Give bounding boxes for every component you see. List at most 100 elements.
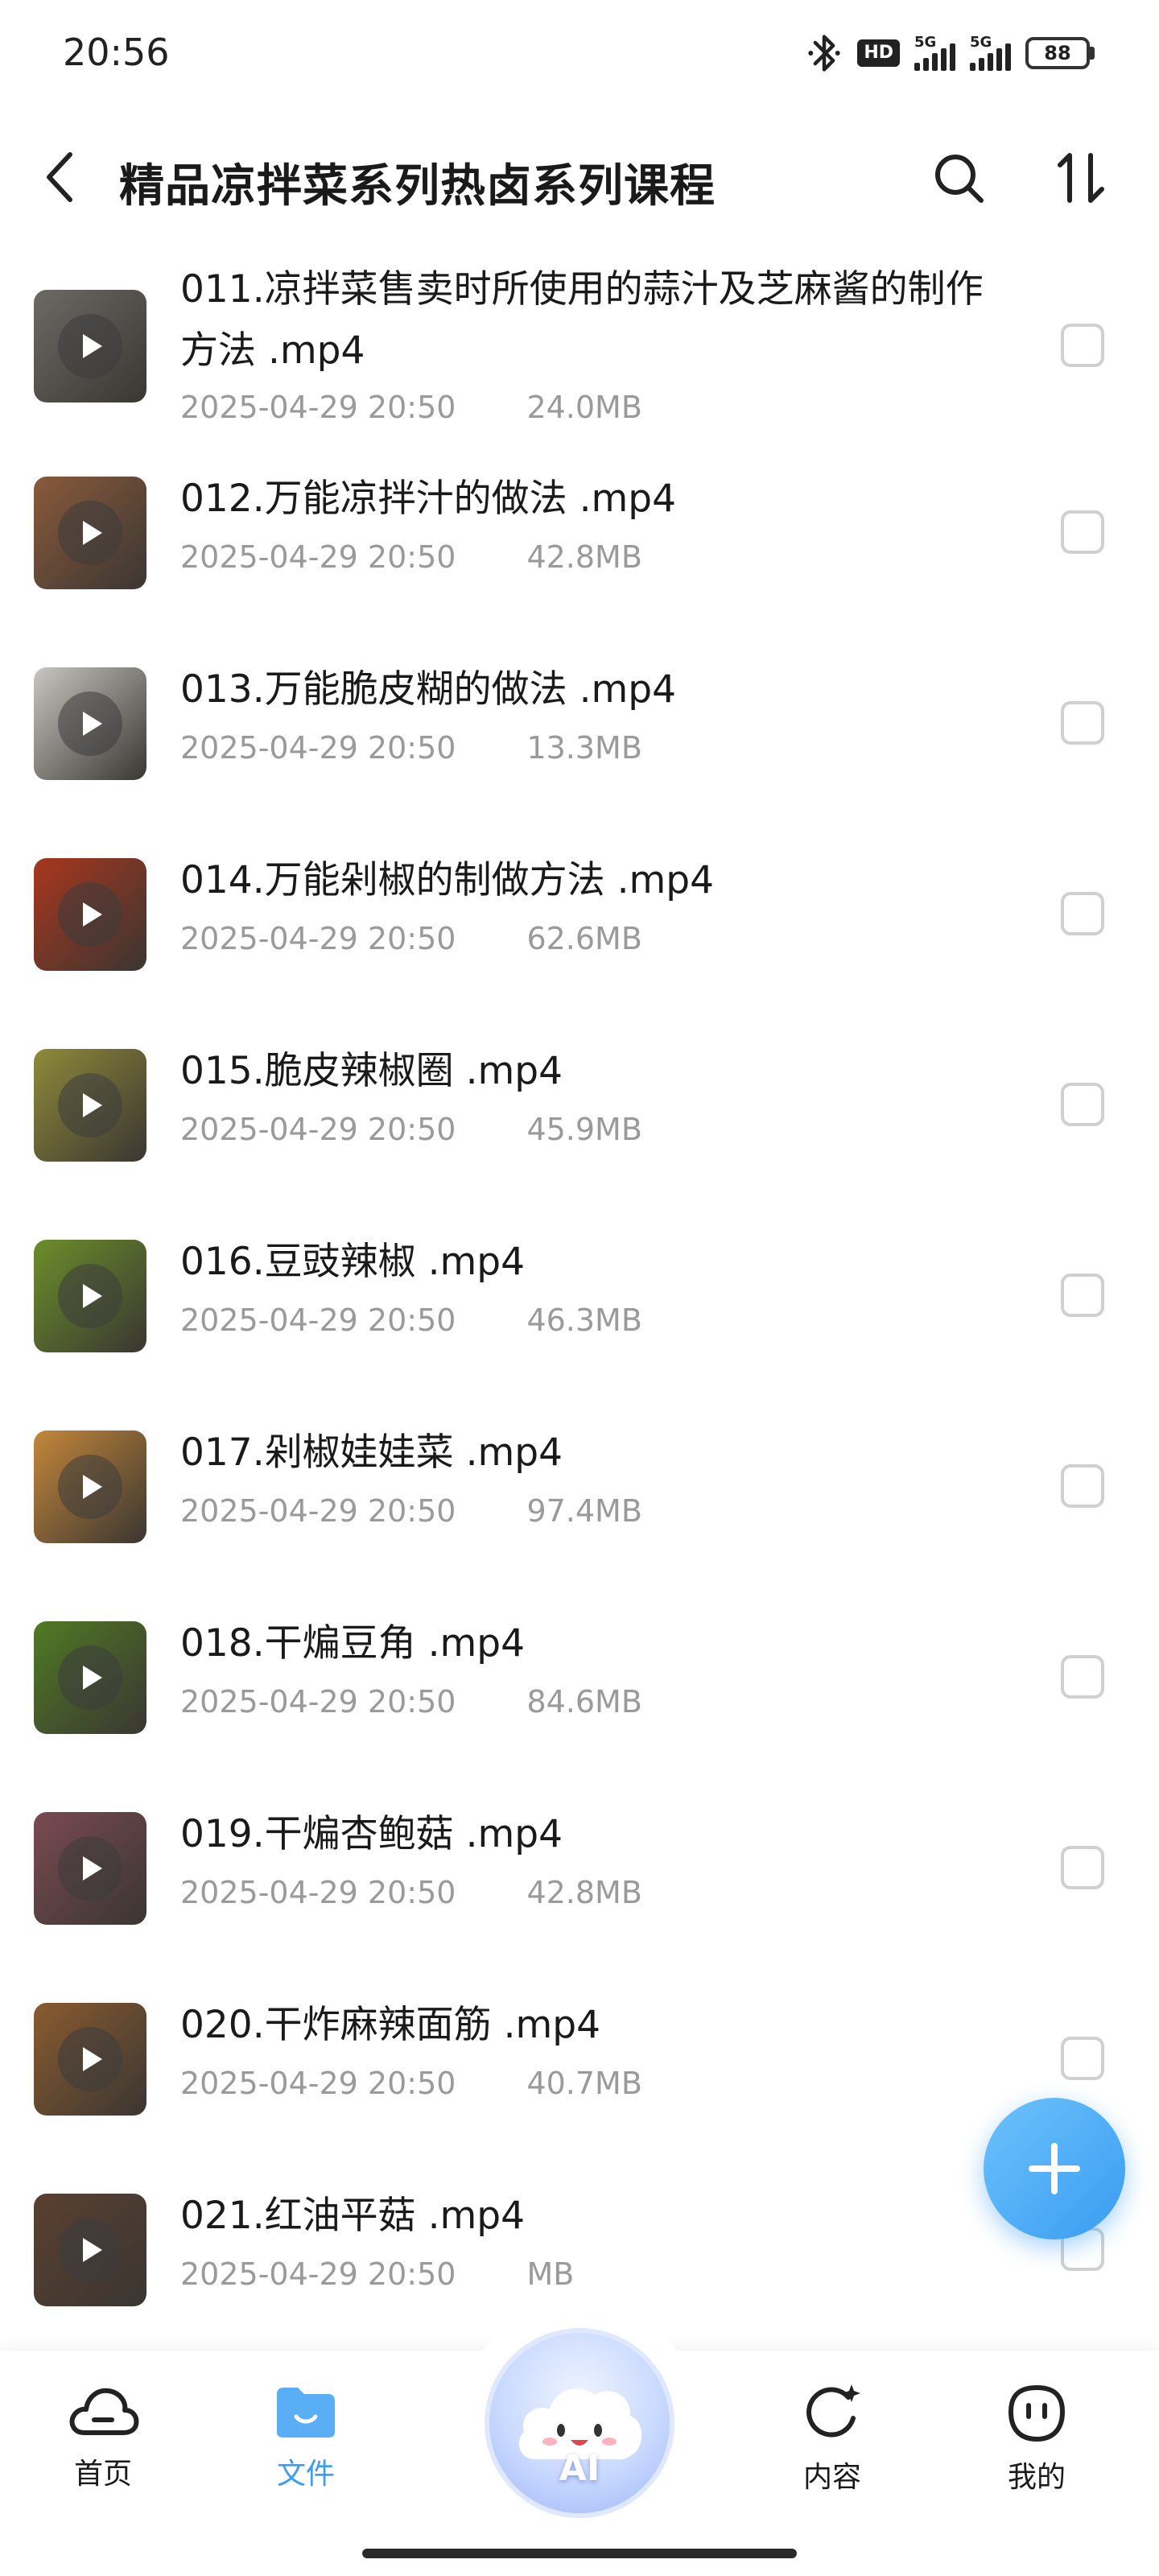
ai-label: AI xyxy=(559,2448,600,2489)
signal-icon-1: 5G xyxy=(914,34,955,71)
file-meta: 2025-04-29 20:50 45.9MB xyxy=(180,1112,642,1147)
file-name: 012.万能凉拌汁的做法 .mp4 xyxy=(180,477,677,521)
file-size: 24.0MB xyxy=(526,390,642,425)
file-size: 42.8MB xyxy=(526,1875,642,1910)
nav-content-label: 内容 xyxy=(802,2461,861,2494)
video-thumbnail[interactable] xyxy=(34,858,146,971)
file-row[interactable]: 014.万能剁椒的制做方法 .mp4 2025-04-29 20:50 62.6MB xyxy=(0,840,1159,1031)
file-date: 2025-04-29 20:50 xyxy=(180,1875,456,1910)
video-thumbnail[interactable] xyxy=(34,1430,146,1543)
file-name: 021.红油平菇 .mp4 xyxy=(180,2194,526,2238)
file-name: 016.豆豉辣椒 .mp4 xyxy=(180,1240,526,1284)
video-thumbnail[interactable] xyxy=(34,667,146,780)
video-thumbnail[interactable] xyxy=(34,477,146,589)
nav-content[interactable]: 内容 xyxy=(768,2383,897,2496)
file-row[interactable]: 019.干煸杏鲍菇 .mp4 2025-04-29 20:50 42.8MB xyxy=(0,1794,1159,1985)
file-name: 020.干炸麻辣面筋 .mp4 xyxy=(180,2003,601,2047)
file-date: 2025-04-29 20:50 xyxy=(180,539,456,575)
select-checkbox[interactable] xyxy=(1061,1846,1104,1889)
file-meta: 2025-04-29 20:50 42.8MB xyxy=(180,1875,642,1910)
select-checkbox[interactable] xyxy=(1061,701,1104,745)
file-row[interactable]: 013.万能脆皮糊的做法 .mp4 2025-04-29 20:50 13.3MB xyxy=(0,650,1159,840)
video-thumbnail[interactable] xyxy=(34,1621,146,1734)
select-checkbox[interactable] xyxy=(1061,892,1104,935)
video-thumbnail[interactable] xyxy=(34,2194,146,2306)
file-date: 2025-04-29 20:50 xyxy=(180,2256,456,2292)
file-date: 2025-04-29 20:50 xyxy=(180,1302,456,1338)
play-icon xyxy=(58,2027,122,2091)
play-icon xyxy=(58,1645,122,1710)
select-checkbox[interactable] xyxy=(1061,324,1104,367)
video-thumbnail[interactable] xyxy=(34,1812,146,1925)
file-list: 011.凉拌菜售卖时所使用的蒜汁及芝麻酱的制作方法 .mp4 2025-04-29… xyxy=(0,242,1159,2351)
play-icon xyxy=(58,1836,122,1901)
file-size: MB xyxy=(526,2256,575,2292)
page-title: 精品凉拌菜系列热卤系列课程 xyxy=(119,160,716,213)
play-icon xyxy=(58,1455,122,1519)
file-meta: 2025-04-29 20:50 42.8MB xyxy=(180,539,642,575)
video-thumbnail[interactable] xyxy=(34,2003,146,2116)
file-row[interactable]: 020.干炸麻辣面筋 .mp4 2025-04-29 20:50 40.7MB xyxy=(0,1985,1159,2176)
file-row[interactable]: 018.干煸豆角 .mp4 2025-04-29 20:50 84.6MB xyxy=(0,1604,1159,1794)
play-icon xyxy=(58,314,122,378)
file-name: 013.万能脆皮糊的做法 .mp4 xyxy=(180,667,677,712)
search-button[interactable] xyxy=(926,145,993,213)
select-checkbox[interactable] xyxy=(1061,1464,1104,1508)
file-size: 46.3MB xyxy=(526,1302,642,1338)
video-thumbnail[interactable] xyxy=(34,1240,146,1352)
nav-files[interactable]: 文件 xyxy=(241,2383,370,2492)
play-icon xyxy=(58,2218,122,2282)
network-type-label: 5G xyxy=(914,34,937,51)
status-time: 20:56 xyxy=(63,31,170,74)
file-size: 84.6MB xyxy=(526,1684,642,1719)
nav-home[interactable]: 首页 xyxy=(39,2383,167,2492)
file-date: 2025-04-29 20:50 xyxy=(180,1112,456,1147)
file-date: 2025-04-29 20:50 xyxy=(180,1493,456,1529)
file-date: 2025-04-29 20:50 xyxy=(180,2066,456,2101)
select-checkbox[interactable] xyxy=(1061,2037,1104,2080)
file-size: 13.3MB xyxy=(526,730,642,766)
file-row[interactable]: 015.脆皮辣椒圈 .mp4 2025-04-29 20:50 45.9MB xyxy=(0,1031,1159,1222)
battery-icon: 88 xyxy=(1025,37,1095,69)
file-name: 018.干煸豆角 .mp4 xyxy=(180,1621,526,1666)
nav-mine[interactable]: 我的 xyxy=(972,2383,1101,2496)
file-meta: 2025-04-29 20:50 97.4MB xyxy=(180,1493,642,1529)
back-button[interactable] xyxy=(32,147,89,208)
home-indicator[interactable] xyxy=(362,2549,797,2558)
play-icon xyxy=(58,882,122,947)
file-row[interactable]: 011.凉拌菜售卖时所使用的蒜汁及芝麻酱的制作方法 .mp4 2025-04-29… xyxy=(0,242,1159,451)
profile-icon xyxy=(1008,2384,1066,2442)
nav-mine-label: 我的 xyxy=(1007,2461,1066,2494)
select-checkbox[interactable] xyxy=(1061,1655,1104,1699)
network-type-label: 5G xyxy=(970,34,992,51)
file-meta: 2025-04-29 20:50 84.6MB xyxy=(180,1684,642,1719)
file-name: 014.万能剁椒的制做方法 .mp4 xyxy=(180,858,715,902)
video-thumbnail[interactable] xyxy=(34,290,146,402)
file-date: 2025-04-29 20:50 xyxy=(180,390,456,425)
file-row[interactable]: 016.豆豉辣椒 .mp4 2025-04-29 20:50 46.3MB xyxy=(0,1222,1159,1413)
file-row[interactable]: 017.剁椒娃娃菜 .mp4 2025-04-29 20:50 97.4MB xyxy=(0,1413,1159,1604)
select-checkbox[interactable] xyxy=(1061,510,1104,554)
file-size: 97.4MB xyxy=(526,1493,642,1529)
select-checkbox[interactable] xyxy=(1061,1274,1104,1317)
nav-home-label: 首页 xyxy=(73,2458,132,2491)
sort-icon xyxy=(1058,153,1104,203)
file-date: 2025-04-29 20:50 xyxy=(180,730,456,766)
file-meta: 2025-04-29 20:50 13.3MB xyxy=(180,730,642,766)
sort-button[interactable] xyxy=(1045,145,1117,213)
play-icon xyxy=(58,501,122,565)
file-row[interactable]: 012.万能凉拌汁的做法 .mp4 2025-04-29 20:50 42.8MB xyxy=(0,459,1159,650)
file-meta: 2025-04-29 20:50 62.6MB xyxy=(180,921,642,956)
file-name: 011.凉拌菜售卖时所使用的蒜汁及芝麻酱的制作方法 .mp4 xyxy=(180,267,984,373)
signal-icon-2: 5G xyxy=(970,34,1011,71)
file-meta: 2025-04-29 20:50 40.7MB xyxy=(180,2066,642,2101)
video-thumbnail[interactable] xyxy=(34,1049,146,1162)
file-name: 015.脆皮辣椒圈 .mp4 xyxy=(180,1049,563,1093)
play-icon xyxy=(58,1073,122,1137)
ai-assistant-button[interactable]: AI xyxy=(485,2328,674,2518)
search-icon xyxy=(935,155,984,203)
add-button[interactable] xyxy=(984,2098,1125,2240)
select-checkbox[interactable] xyxy=(1061,1083,1104,1126)
plus-icon xyxy=(1029,2143,1080,2194)
header: 精品凉拌菜系列热卤系列课程 xyxy=(0,121,1159,233)
